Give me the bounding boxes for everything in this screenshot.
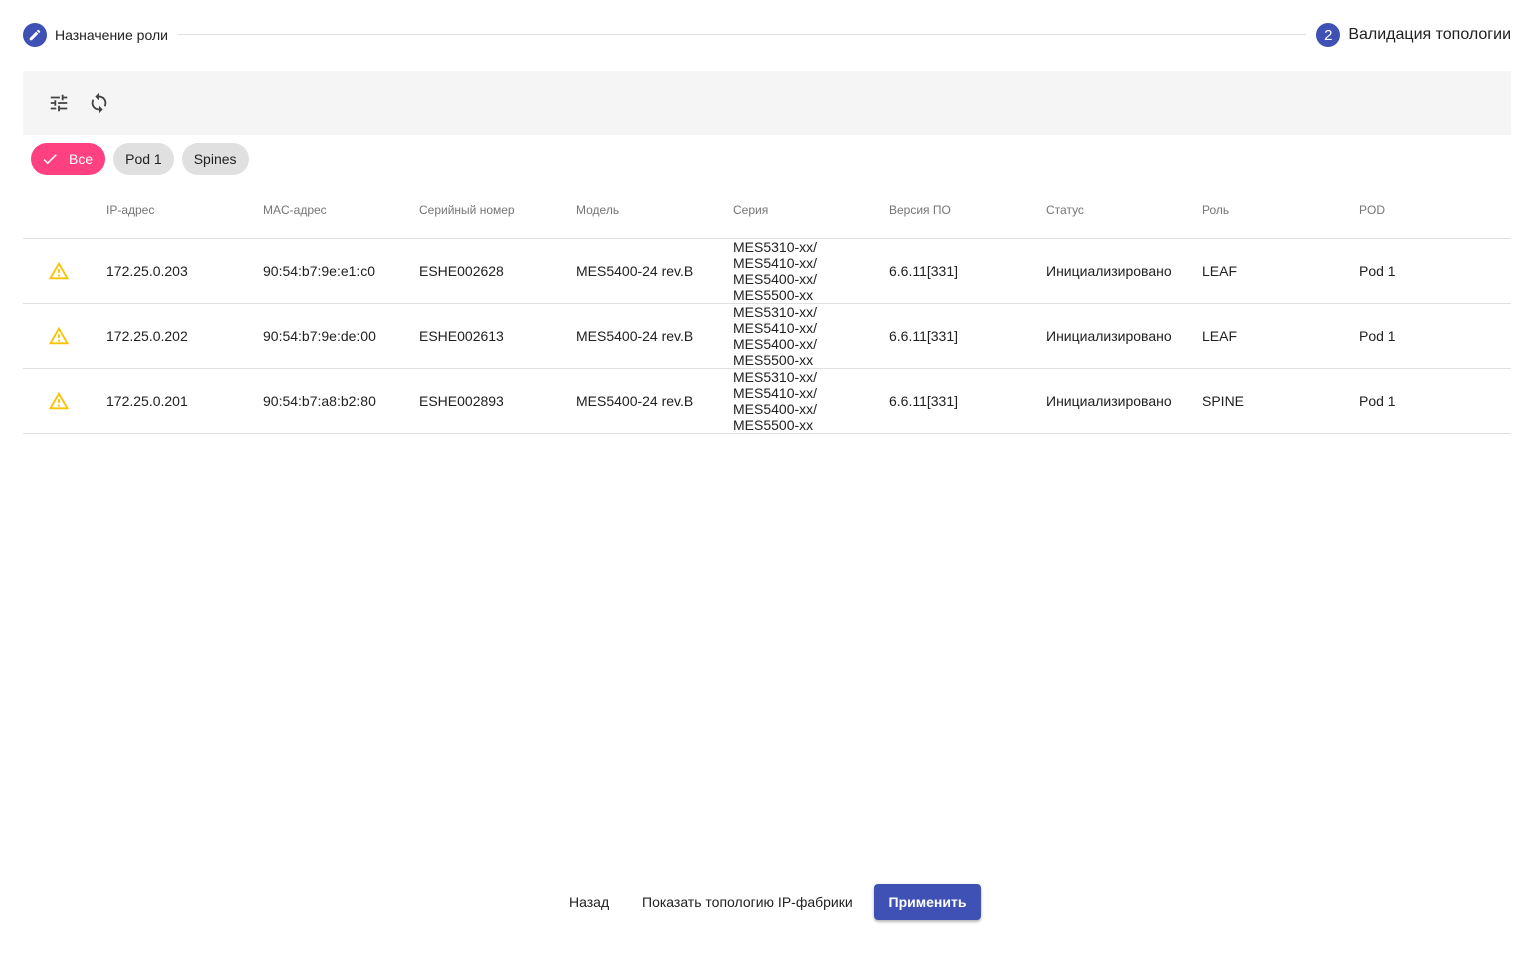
back-button[interactable]: Назад	[555, 884, 623, 920]
header-firmware[interactable]: Версия ПО	[889, 203, 951, 217]
series-line: MES5500-xx	[733, 417, 814, 433]
step-topology-validation[interactable]: 2 Валидация топологии	[1316, 22, 1511, 48]
cell-status: Инициализировано	[1046, 393, 1172, 409]
cell-role: LEAF	[1202, 328, 1238, 344]
cell-status: Инициализировано	[1046, 328, 1172, 344]
footer-actions: Назад Показать топологию IP-фабрики Прим…	[0, 884, 1534, 920]
cell-firmware: 6.6.11[331]	[889, 393, 959, 409]
chip-all-label: Все	[69, 151, 94, 167]
step1-label: Назначение роли	[55, 27, 168, 43]
header-serial[interactable]: Серийный номер	[419, 203, 515, 217]
header-series[interactable]: Серия	[733, 203, 768, 217]
header-status[interactable]: Статус	[1046, 203, 1084, 217]
cell-model: MES5400-24 rev.B	[576, 393, 694, 409]
series-line: MES5500-xx	[733, 287, 814, 303]
chip-all[interactable]: Все	[31, 143, 106, 175]
cell-role: SPINE	[1202, 393, 1245, 409]
cell-serial: ESHE002628	[419, 263, 504, 279]
cell-series: MES5310-xx/ MES5410-xx/ MES5400-xx/ MES5…	[733, 304, 817, 368]
chip-pod1-label: Pod 1	[125, 151, 162, 167]
table-toolbar	[23, 71, 1511, 135]
header-model[interactable]: Модель	[576, 203, 619, 217]
edit-icon	[23, 23, 47, 47]
cell-pod: Pod 1	[1359, 393, 1396, 409]
tune-icon[interactable]	[47, 91, 71, 115]
cell-pod: Pod 1	[1359, 328, 1396, 344]
header-role[interactable]: Роль	[1202, 203, 1229, 217]
cell-serial: ESHE002613	[419, 328, 504, 344]
check-icon	[41, 150, 59, 168]
series-line: MES5500-xx	[733, 352, 814, 368]
apply-button[interactable]: Применить	[874, 884, 981, 920]
show-topology-button[interactable]: Показать топологию IP-фабрики	[628, 884, 867, 920]
chip-spines-label: Spines	[193, 151, 237, 167]
series-line: MES5410-xx/	[733, 320, 818, 336]
cell-ip: 172.25.0.202	[106, 328, 188, 344]
series-line: MES5410-xx/	[733, 255, 818, 271]
cell-model: MES5400-24 rev.B	[576, 328, 694, 344]
table-row[interactable]: 172.25.0.201 90:54:b7:a8:b2:80 ESHE00289…	[23, 369, 1511, 434]
cell-mac: 90:54:b7:9e:de:00	[263, 328, 376, 344]
filter-chips: Все Pod 1 Spines	[31, 143, 249, 175]
chip-spines[interactable]: Spines	[181, 143, 249, 175]
series-line: MES5310-xx/	[733, 304, 818, 320]
warning-icon[interactable]	[47, 369, 71, 433]
cell-series: MES5310-xx/ MES5410-xx/ MES5400-xx/ MES5…	[733, 369, 817, 433]
cell-mac: 90:54:b7:9e:e1:c0	[263, 263, 376, 279]
series-line: MES5400-xx/	[733, 336, 818, 352]
cell-ip: 172.25.0.201	[106, 393, 188, 409]
stepper: Назначение роли 2 Валидация топологии	[23, 22, 1511, 48]
series-line: MES5400-xx/	[733, 271, 818, 287]
cell-mac: 90:54:b7:a8:b2:80	[263, 393, 376, 409]
step-connector	[178, 34, 1306, 35]
table-row[interactable]: 172.25.0.203 90:54:b7:9e:e1:c0 ESHE00262…	[23, 239, 1511, 304]
cell-serial: ESHE002893	[419, 393, 504, 409]
chip-pod1[interactable]: Pod 1	[113, 143, 174, 175]
header-ip[interactable]: IP-адрес	[106, 203, 154, 217]
cell-firmware: 6.6.11[331]	[889, 263, 959, 279]
cell-status: Инициализировано	[1046, 263, 1172, 279]
cell-model: MES5400-24 rev.B	[576, 263, 694, 279]
cell-role: LEAF	[1202, 263, 1238, 279]
sync-icon[interactable]	[87, 91, 111, 115]
devices-table: IP-адрес MAC-адрес Серийный номер Модель…	[23, 186, 1511, 434]
series-line: MES5400-xx/	[733, 401, 818, 417]
step-role-assignment[interactable]: Назначение роли	[23, 22, 168, 48]
header-pod[interactable]: POD	[1359, 203, 1385, 217]
step2-number: 2	[1316, 23, 1341, 47]
cell-firmware: 6.6.11[331]	[889, 328, 959, 344]
series-line: MES5310-xx/	[733, 369, 818, 385]
series-line: MES5410-xx/	[733, 385, 818, 401]
header-mac[interactable]: MAC-адрес	[263, 203, 327, 217]
cell-ip: 172.25.0.203	[106, 263, 188, 279]
step2-label: Валидация топологии	[1348, 26, 1511, 43]
warning-icon[interactable]	[47, 239, 71, 303]
table-row[interactable]: 172.25.0.202 90:54:b7:9e:de:00 ESHE00261…	[23, 304, 1511, 369]
cell-pod: Pod 1	[1359, 263, 1396, 279]
table-header: IP-адрес MAC-адрес Серийный номер Модель…	[23, 186, 1511, 239]
warning-icon[interactable]	[47, 304, 71, 368]
series-line: MES5310-xx/	[733, 239, 818, 255]
cell-series: MES5310-xx/ MES5410-xx/ MES5400-xx/ MES5…	[733, 239, 817, 303]
